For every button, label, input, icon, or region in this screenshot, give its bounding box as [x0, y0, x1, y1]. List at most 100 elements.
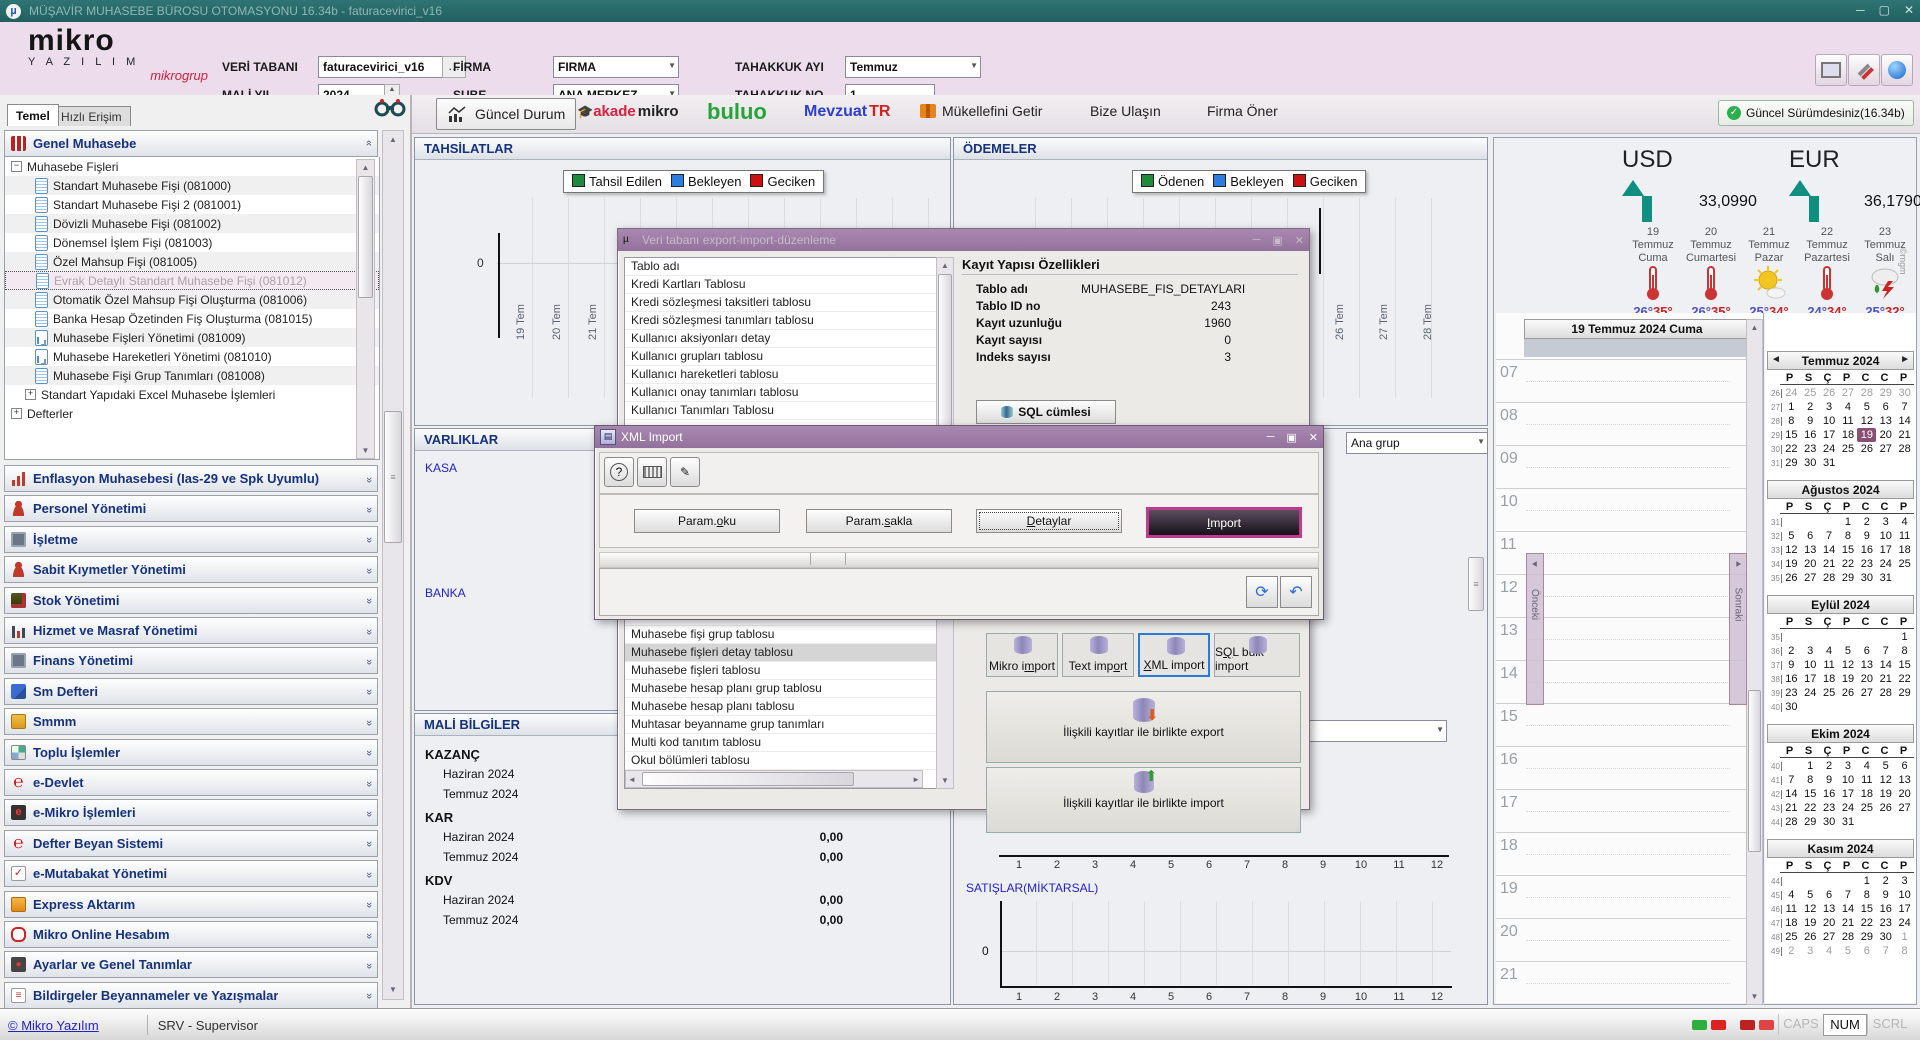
calendar-day[interactable]: 2	[1876, 874, 1895, 888]
calendar-day[interactable]: 2	[1820, 759, 1839, 773]
calendar-day[interactable]: 9	[1876, 888, 1895, 902]
calendar-day[interactable]	[1839, 700, 1858, 714]
calendar-day[interactable]	[1857, 630, 1876, 644]
section-genel-muhasebe[interactable]: Genel Muhasebe »	[4, 130, 378, 157]
veri-tabani-input[interactable]: faturacevirici_v16	[318, 56, 448, 78]
calendar-day[interactable]: 20	[1876, 428, 1895, 442]
mukellef-button[interactable]: Mükellefini Getir	[920, 103, 1042, 119]
calendar-day[interactable]: 25	[1801, 386, 1820, 400]
calendar-day[interactable]: 24	[1801, 686, 1820, 700]
calendar-day[interactable]: 19	[1839, 672, 1858, 686]
table-list-row[interactable]: Kullanıcı hareketleri tablosu	[625, 366, 937, 384]
calendar-day[interactable]: 23	[1801, 442, 1820, 456]
calendar-day[interactable]: 21	[1782, 801, 1801, 815]
calendar-day[interactable]: 7	[1839, 888, 1858, 902]
calendar-day[interactable]: 14	[1839, 902, 1858, 916]
version-status-button[interactable]: ✓ Güncel Sürümdesiniz(16.34b)	[1718, 100, 1914, 126]
calendar-day[interactable]: 26	[1782, 571, 1801, 585]
calendar-day[interactable]: 10	[1801, 658, 1820, 672]
calendar-day[interactable]: 26	[1857, 442, 1876, 456]
calendar-day[interactable]: 23	[1876, 916, 1895, 930]
ana-grup-select[interactable]: Ana grup▼	[1346, 432, 1488, 454]
calendar-day[interactable]: 30	[1857, 571, 1876, 585]
calendar-day[interactable]: 5	[1839, 944, 1858, 958]
calendar-day[interactable]: 3	[1801, 944, 1820, 958]
calendar-day[interactable]: 23	[1782, 686, 1801, 700]
expand-chevron-icon[interactable]: »	[363, 659, 375, 663]
calendar-day[interactable]: 11	[1857, 773, 1876, 787]
calendar-day[interactable]: 4	[1782, 888, 1801, 902]
close-button[interactable]: ✕	[1904, 3, 1914, 17]
calendar-day[interactable]: 6	[1857, 644, 1876, 658]
sidebar-section-sm-defteri[interactable]: Sm Defteri»	[4, 678, 378, 705]
close-button[interactable]: ✕	[1309, 431, 1318, 444]
minimize-button[interactable]: ─	[1267, 431, 1275, 444]
param-oku-button[interactable]: Param.oku	[634, 509, 780, 533]
buluo-link[interactable]: buluo	[707, 99, 767, 125]
calendar-day[interactable]: 22	[1895, 672, 1914, 686]
calendar-day[interactable]: 17	[1801, 672, 1820, 686]
tree-node-defterler[interactable]: + Defterler	[5, 404, 379, 423]
calendar-day[interactable]: 1	[1895, 930, 1914, 944]
calendar-day[interactable]: 5	[1801, 888, 1820, 902]
calendar-day[interactable]: 18	[1895, 543, 1914, 557]
calendar-day[interactable]: 18	[1839, 428, 1858, 442]
sidebar-section-finans-y-netimi[interactable]: Finans Yönetimi»	[4, 647, 378, 674]
calendar-day[interactable]	[1801, 515, 1820, 529]
next-day-tab[interactable]: ⯈ Sonraki	[1729, 553, 1747, 705]
calendar-day[interactable]: 11	[1782, 902, 1801, 916]
calendar-day[interactable]: 28	[1820, 571, 1839, 585]
expand-chevron-icon[interactable]: »	[363, 628, 375, 632]
expand-icon[interactable]: +	[25, 389, 36, 400]
calendar-day[interactable]: 12	[1876, 773, 1895, 787]
calendar-day[interactable]: 30	[1782, 700, 1801, 714]
calendar-day[interactable]	[1820, 515, 1839, 529]
scroll-down-icon[interactable]: ▼	[937, 773, 953, 788]
calendar-day[interactable]: 14	[1820, 543, 1839, 557]
text-import-tab[interactable]: Text import	[1062, 633, 1134, 677]
calendar-day[interactable]	[1801, 630, 1820, 644]
calendar-day[interactable]: 21	[1820, 557, 1839, 571]
table-list-row[interactable]: Kullanıcı onay tanımları tablosu	[625, 384, 937, 402]
sidebar-section-express-aktar-m[interactable]: Express Aktarım»	[4, 891, 378, 918]
hour-row[interactable]: 09	[1496, 445, 1746, 488]
calendar-day[interactable]	[1820, 874, 1839, 888]
calendar-day[interactable]: 19	[1857, 428, 1876, 442]
kasa-label[interactable]: KASA	[425, 461, 457, 475]
export-related-button[interactable]: ⬇ İlişkili kayıtlar ile birlikte export	[986, 691, 1301, 763]
calendar-day[interactable]: 30	[1876, 930, 1895, 944]
calendar-day[interactable]: 24	[1782, 386, 1801, 400]
tree-item[interactable]: +Standart Yapıdaki Excel Muhasebe İşleml…	[5, 385, 379, 404]
expand-chevron-icon[interactable]: »	[363, 537, 375, 541]
calendar-day[interactable]: 5	[1782, 529, 1801, 543]
calendar-day[interactable]: 1	[1857, 874, 1876, 888]
expand-chevron-icon[interactable]: »	[363, 476, 375, 480]
banka-label[interactable]: BANKA	[425, 586, 466, 600]
mikro-import-tab[interactable]: Mikro import	[986, 633, 1058, 677]
calendar-day[interactable]: 3	[1839, 759, 1858, 773]
param-sakla-button[interactable]: Param.sakla	[806, 509, 952, 533]
sidebar-section-i-letme[interactable]: İşletme»	[4, 526, 378, 553]
calendar-day[interactable]: 14	[1876, 658, 1895, 672]
calendar-day[interactable]	[1857, 815, 1876, 829]
bize-ulasin-button[interactable]: Bize Ulaşın	[1090, 103, 1161, 119]
calendar-day[interactable]: 15	[1782, 428, 1801, 442]
calendar-day[interactable]: 30	[1801, 456, 1820, 470]
calendar-day[interactable]: 13	[1876, 414, 1895, 428]
tools-button[interactable]	[1848, 54, 1880, 86]
calendar-month-header[interactable]: Eylül 2024	[1767, 595, 1914, 614]
calendar-day[interactable]	[1895, 700, 1914, 714]
sidebar-section-bildirgeler-beyannameler-ve-yaz-malar[interactable]: ≡Bildirgeler Beyannameler ve Yazışmalar»	[4, 982, 378, 1009]
tree-item[interactable]: Dönemsel İşlem Fişi (081003)	[5, 233, 379, 252]
tree-item[interactable]: Muhasebe Fişi Grup Tanımları (081008)	[5, 366, 379, 385]
calendar-day[interactable]: 17	[1839, 787, 1858, 801]
calendar-day[interactable]: 27	[1801, 571, 1820, 585]
sidebar-section-personel-y-netimi[interactable]: Personel Yönetimi»	[4, 495, 378, 522]
calendar-day[interactable]: 16	[1876, 902, 1895, 916]
minimize-button[interactable]: ─	[1856, 3, 1865, 17]
collapse-icon[interactable]: »	[363, 141, 375, 145]
expand-chevron-icon[interactable]: »	[363, 811, 375, 815]
tab-temel[interactable]: Temel	[7, 104, 59, 126]
detaylar-button[interactable]: Detaylar	[976, 509, 1122, 533]
calendar-day[interactable]: 25	[1857, 801, 1876, 815]
